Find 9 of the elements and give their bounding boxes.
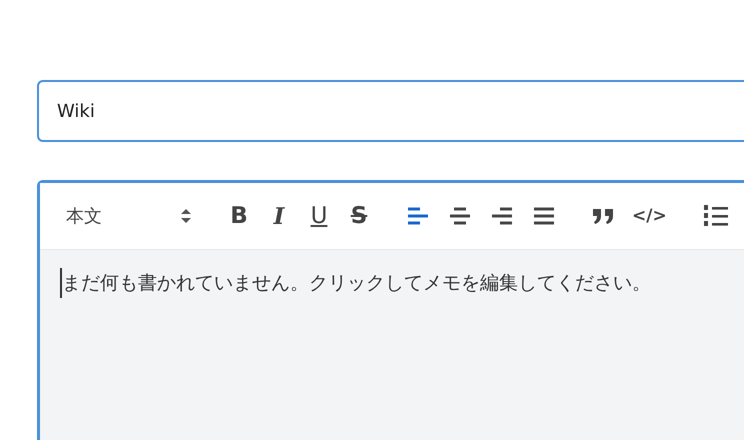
- title-field[interactable]: Wiki: [37, 80, 744, 142]
- note-content-field[interactable]: まだ何も書かれていません。クリックしてメモを編集してください。: [60, 268, 744, 298]
- italic-button[interactable]: I: [266, 200, 292, 232]
- up-down-caret-icon: [180, 207, 192, 225]
- strike-button[interactable]: S: [346, 201, 372, 231]
- bold-button[interactable]: B: [226, 201, 252, 231]
- underline-button[interactable]: U: [306, 201, 332, 231]
- paragraph-style-select[interactable]: 本文: [64, 202, 194, 230]
- code-button[interactable]: </>: [630, 204, 669, 228]
